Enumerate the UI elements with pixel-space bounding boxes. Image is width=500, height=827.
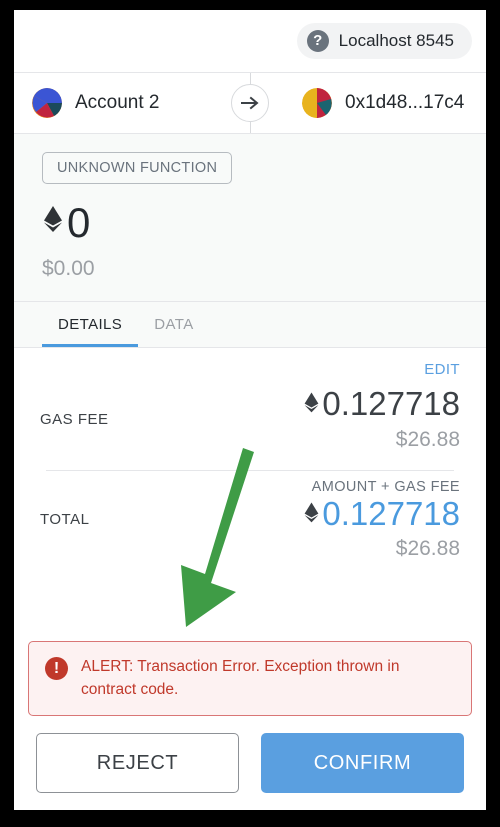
transaction-amount: 0 bbox=[67, 199, 91, 246]
recipient-address: 0x1d48...17c4 bbox=[345, 92, 465, 113]
transaction-summary: UNKNOWN FUNCTION 0 $0.00 bbox=[14, 134, 486, 302]
gas-fee-fiat: $26.88 bbox=[395, 427, 460, 451]
tab-bar: DETAILS DATA bbox=[14, 302, 486, 348]
gas-fee-amount-group: 0.127718 bbox=[303, 385, 460, 422]
network-selector[interactable]: ? Localhost 8545 bbox=[296, 23, 472, 59]
arrow-right-icon bbox=[231, 84, 269, 122]
total-label: TOTAL bbox=[40, 511, 90, 529]
metamask-confirm-window: ? Localhost 8545 Account 2 0x1d48...17c4… bbox=[14, 10, 486, 810]
gas-fee-amount: 0.127718 bbox=[322, 385, 460, 422]
transaction-error-alert: ! ALERT: Transaction Error. Exception th… bbox=[28, 641, 472, 716]
question-mark-icon: ? bbox=[306, 30, 329, 52]
action-footer: REJECT CONFIRM bbox=[14, 716, 486, 810]
sender-identicon bbox=[32, 88, 62, 118]
sender-account-name: Account 2 bbox=[75, 92, 160, 113]
details-panel: EDIT GAS FEE 0.127718 $26.88 TOTAL AMOUN… bbox=[14, 348, 486, 716]
details-divider bbox=[46, 469, 454, 471]
total-amount: 0.127718 bbox=[322, 494, 460, 532]
gas-fee-label: GAS FEE bbox=[40, 410, 109, 428]
reject-button[interactable]: REJECT bbox=[36, 733, 239, 793]
tab-data[interactable]: DATA bbox=[138, 302, 209, 347]
transaction-amount-fiat: $0.00 bbox=[42, 257, 95, 280]
edit-row: EDIT bbox=[40, 348, 460, 379]
function-type-badge: UNKNOWN FUNCTION bbox=[42, 152, 233, 184]
gas-fee-row: GAS FEE 0.127718 $26.88 bbox=[40, 385, 460, 452]
confirm-button[interactable]: CONFIRM bbox=[261, 733, 464, 793]
ethereum-diamond-icon bbox=[42, 204, 64, 243]
network-name: Localhost 8545 bbox=[338, 31, 454, 50]
recipient-identicon bbox=[302, 88, 332, 118]
total-row: TOTAL AMOUNT + GAS FEE 0.127718 $26.88 bbox=[40, 479, 460, 562]
sender-account[interactable]: Account 2 bbox=[14, 88, 250, 118]
edit-gas-button[interactable]: EDIT bbox=[424, 361, 460, 378]
total-amount-group: 0.127718 bbox=[303, 494, 460, 532]
transaction-amount-row: 0 bbox=[42, 202, 486, 244]
alert-message: ALERT: Transaction Error. Exception thro… bbox=[81, 658, 400, 698]
gas-fee-values: 0.127718 $26.88 bbox=[303, 385, 460, 452]
network-header: ? Localhost 8545 bbox=[14, 10, 486, 72]
ethereum-diamond-icon bbox=[304, 392, 319, 413]
total-values: AMOUNT + GAS FEE 0.127718 $26.88 bbox=[303, 479, 460, 562]
tab-details[interactable]: DETAILS bbox=[42, 302, 139, 347]
recipient-account[interactable]: 0x1d48...17c4 bbox=[250, 88, 486, 118]
total-sublabel: AMOUNT + GAS FEE bbox=[311, 478, 460, 495]
accounts-row: Account 2 0x1d48...17c4 bbox=[14, 72, 486, 134]
total-fiat: $26.88 bbox=[395, 537, 460, 561]
error-exclamation-icon: ! bbox=[45, 657, 68, 681]
ethereum-diamond-icon bbox=[304, 502, 319, 523]
